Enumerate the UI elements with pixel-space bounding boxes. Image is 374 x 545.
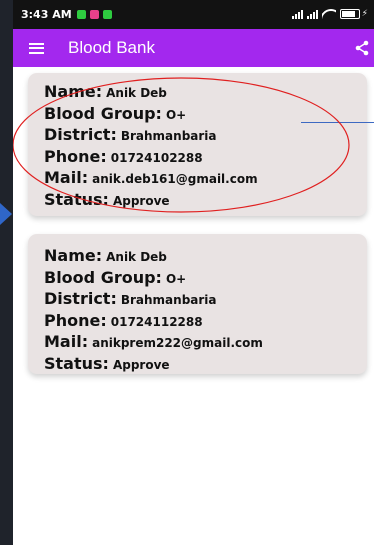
status-time: 3:43 AM: [21, 8, 72, 21]
donor-list: Name: Anik Deb Blood Group: O+ District: Br…: [13, 67, 374, 545]
donor-mail-row: Mail: anikprem222@gmail.com: [44, 332, 263, 351]
notification-app-icon-2: [89, 10, 99, 19]
donor-name-row: Name: Anik Deb: [44, 246, 167, 265]
wifi-icon: [322, 9, 336, 19]
donor-status-row: Status: Approve: [44, 353, 170, 373]
notification-app-icon-3: [102, 10, 112, 19]
signal-icon: [291, 8, 303, 19]
annotation-arrow-icon: [0, 203, 12, 225]
status-bar: 3:43 AM ⚡: [13, 0, 374, 29]
donor-card[interactable]: Name: Anik Deb Blood Group: O+ District: Br…: [28, 234, 367, 374]
donor-mail: anik.deb161@gmail.com: [92, 172, 258, 186]
donor-phone: 01724112288: [110, 314, 203, 329]
donor-district: Brahmanbaria: [120, 129, 217, 143]
charging-icon: ⚡: [361, 9, 368, 19]
donor-district: Brahmanbaria: [120, 293, 217, 307]
battery-icon: [339, 9, 360, 19]
donor-district-row: District: Brahmanbaria: [44, 289, 217, 308]
notification-app-icon-1: [76, 10, 86, 19]
donor-mail: anikprem222@gmail.com: [92, 336, 263, 350]
annotation-pointer-line: [301, 122, 374, 123]
donor-district-row: District: Brahmanbaria: [44, 125, 217, 144]
app-bar: Blood Bank: [13, 29, 374, 67]
donor-card[interactable]: Name: Anik Deb Blood Group: O+ District: Br…: [28, 73, 367, 216]
donor-name: Anik Deb: [106, 86, 167, 100]
signal-icon-2: [306, 8, 318, 19]
donor-blood-group: O+: [165, 271, 187, 286]
left-margin: [0, 0, 13, 545]
donor-blood-group-row: Blood Group: O+: [44, 103, 187, 123]
donor-status-row: Status: Approve: [44, 189, 170, 209]
donor-name: Anik Deb: [106, 250, 167, 264]
donor-mail-row: Mail: anik.deb161@gmail.com: [44, 168, 258, 187]
donor-blood-group-row: Blood Group: O+: [44, 267, 187, 287]
share-icon[interactable]: [354, 40, 370, 56]
donor-phone: 01724102288: [110, 150, 203, 165]
donor-phone-row: Phone: 01724112288: [44, 310, 203, 330]
donor-status: Approve: [112, 357, 170, 372]
donor-blood-group: O+: [165, 107, 187, 122]
app-title: Blood Bank: [68, 38, 155, 57]
menu-icon[interactable]: [29, 42, 44, 54]
donor-name-row: Name: Anik Deb: [44, 82, 167, 101]
donor-phone-row: Phone: 01724102288: [44, 146, 203, 166]
phone-screen: 3:43 AM ⚡ Blood Bank Name: Anik Deb Bloo…: [13, 0, 374, 545]
donor-status: Approve: [112, 193, 170, 208]
